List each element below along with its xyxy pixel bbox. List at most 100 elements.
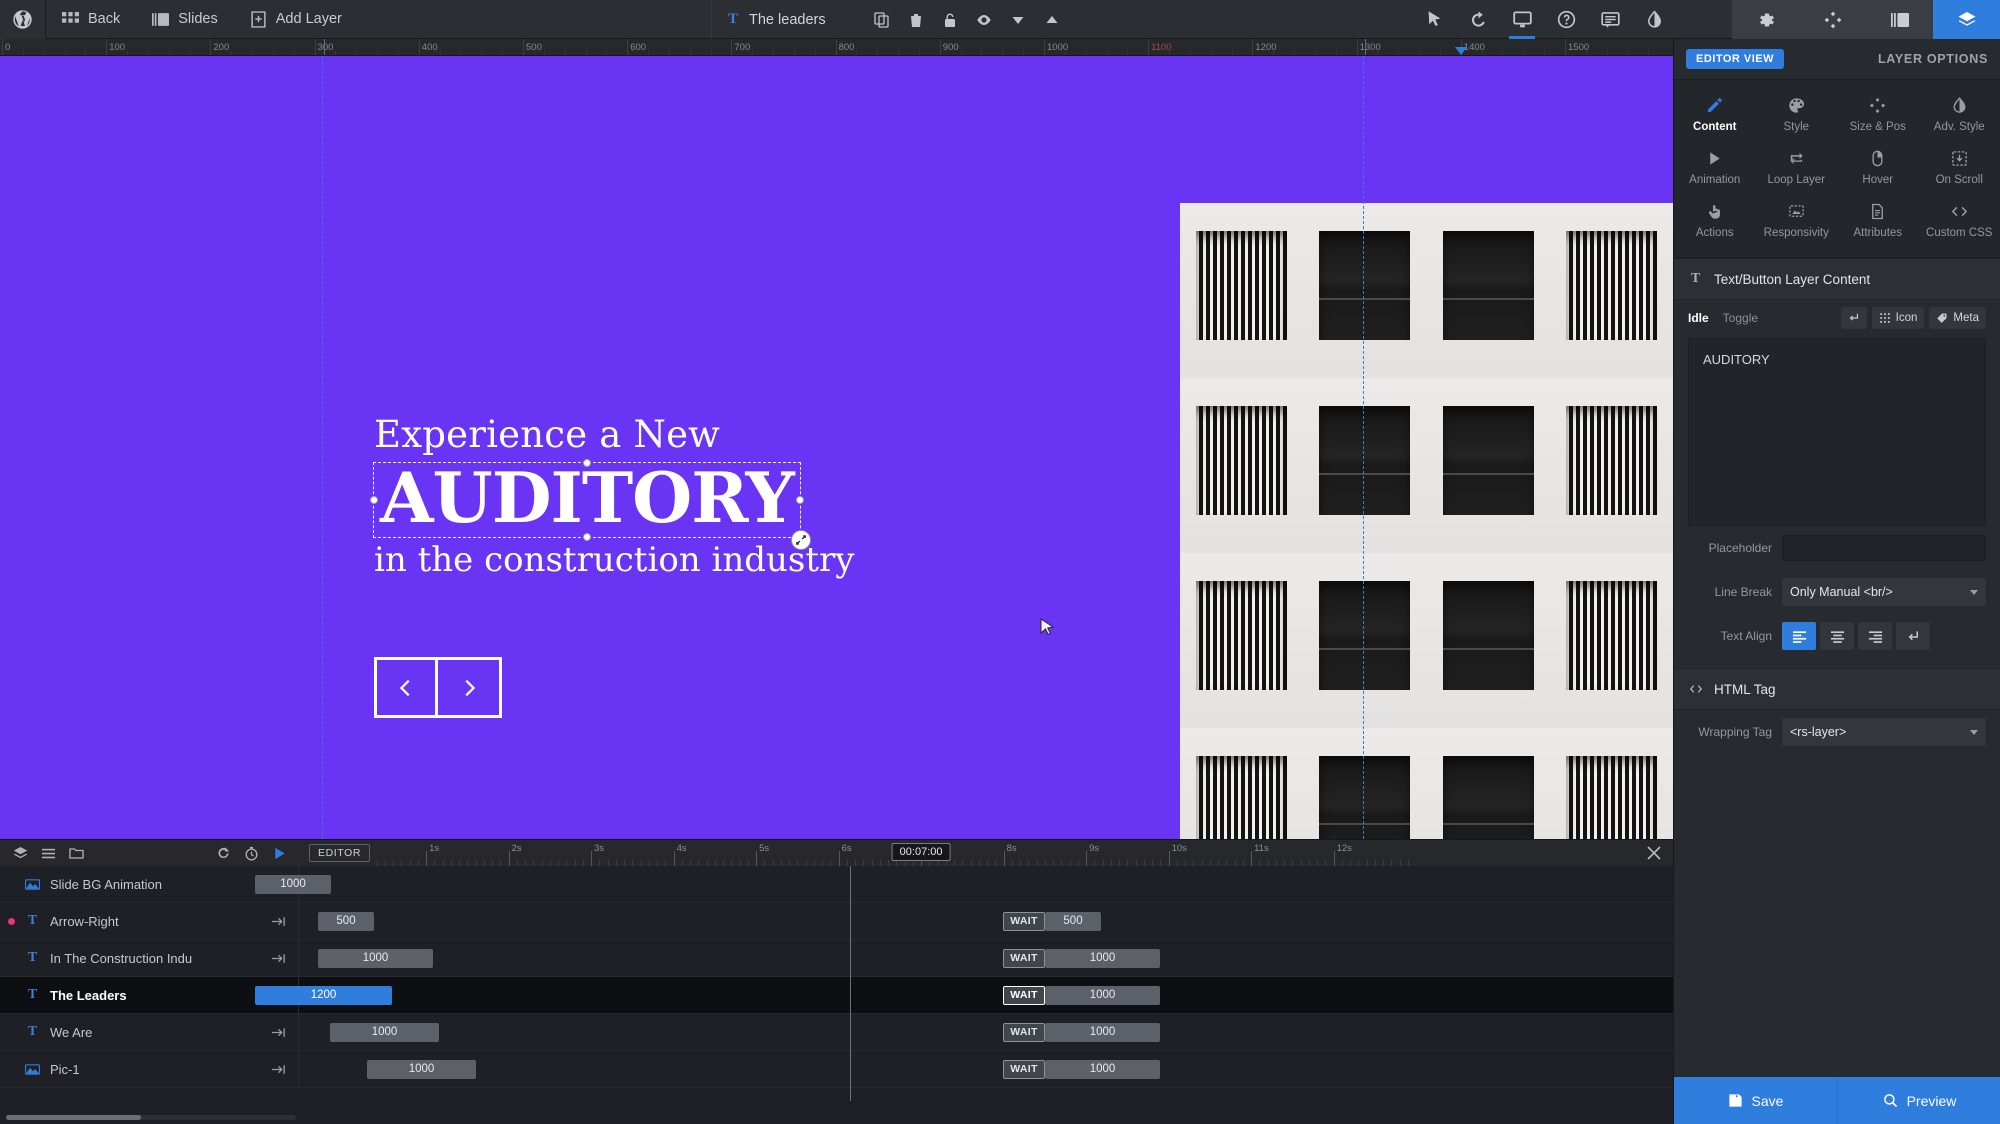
timeline-out-animation-bar[interactable]: 1000 bbox=[1045, 1059, 1160, 1079]
tab-animation[interactable]: Animation bbox=[1674, 141, 1756, 194]
back-button[interactable]: Back bbox=[46, 0, 136, 39]
timeline-wait-chip[interactable]: WAIT bbox=[1003, 911, 1045, 931]
timeline-track[interactable]: 500 WAIT 500 bbox=[299, 903, 1673, 940]
timeline-track[interactable]: 1000 WAIT 1000 bbox=[299, 1051, 1673, 1088]
unlock-icon[interactable] bbox=[935, 5, 965, 35]
timeline-row[interactable]: T The Leaders 1200 WAIT 1000 bbox=[0, 976, 1673, 1014]
slide-canvas[interactable]: Experience a New AUDITORY in the constru… bbox=[0, 56, 1673, 839]
layer-text-input[interactable]: AUDITORY bbox=[1688, 338, 1986, 526]
contrast-icon[interactable] bbox=[1635, 0, 1673, 39]
wrapping-tag-select[interactable]: <rs-layer> bbox=[1782, 718, 1986, 746]
timeline-scrollbar[interactable] bbox=[6, 1115, 296, 1120]
resize-handle-right[interactable] bbox=[795, 495, 804, 504]
resize-handle-top[interactable] bbox=[582, 459, 591, 467]
timeline-out-animation-bar[interactable]: 500 bbox=[1045, 911, 1101, 931]
timeline-row[interactable]: Pic-1 1000 WAIT 1000 bbox=[0, 1050, 1673, 1088]
meta-button[interactable]: Meta bbox=[1929, 307, 1986, 329]
record-dot-icon[interactable] bbox=[8, 1066, 15, 1073]
timeline-row[interactable]: T In The Construction Indu 1000 WAIT 1000 bbox=[0, 939, 1673, 977]
duplicate-icon[interactable] bbox=[867, 5, 897, 35]
state-idle-tab[interactable]: Idle bbox=[1688, 311, 1709, 325]
close-icon[interactable] bbox=[1645, 844, 1663, 862]
selected-text-layer[interactable]: AUDITORY bbox=[370, 459, 811, 550]
tab-style[interactable]: Style bbox=[1756, 88, 1838, 141]
headline-line-3[interactable]: in the construction industry bbox=[374, 542, 894, 579]
cursor-icon[interactable] bbox=[1415, 0, 1453, 39]
delete-icon[interactable] bbox=[901, 5, 931, 35]
timeline-editor-chip[interactable]: EDITOR bbox=[309, 844, 371, 862]
timeline-row-label[interactable]: T In The Construction Indu bbox=[0, 939, 299, 977]
timeline-in-animation-bar[interactable]: 500 bbox=[318, 911, 374, 931]
building-image-layer[interactable] bbox=[1180, 203, 1673, 839]
resize-handle-corner[interactable] bbox=[790, 529, 811, 550]
timeline-row-label[interactable]: T We Are bbox=[0, 1013, 299, 1051]
align-left-button[interactable] bbox=[1782, 622, 1816, 650]
visibility-icon[interactable] bbox=[969, 5, 999, 35]
timeline-row-label[interactable]: T Arrow-Right bbox=[0, 902, 299, 940]
align-auto-button[interactable] bbox=[1896, 622, 1930, 650]
timeline-track[interactable]: 1000 WAIT 1000 bbox=[299, 940, 1673, 977]
layers-icon[interactable] bbox=[1933, 0, 2000, 39]
timeline-track[interactable]: 1200 WAIT 1000 bbox=[255, 977, 1673, 1014]
timeline-row-label[interactable]: Pic-1 bbox=[0, 1050, 299, 1088]
timeline-wait-chip[interactable]: WAIT bbox=[1003, 948, 1045, 968]
timeline-row[interactable]: T We Are 1000 WAIT 1000 bbox=[0, 1013, 1673, 1051]
tab-actions[interactable]: Actions bbox=[1674, 194, 1756, 247]
tab-responsivity[interactable]: Responsivity bbox=[1756, 194, 1838, 247]
record-dot-icon[interactable] bbox=[8, 917, 15, 925]
placeholder-input[interactable] bbox=[1782, 535, 1986, 561]
end-time-icon[interactable] bbox=[271, 951, 286, 966]
end-time-icon[interactable] bbox=[271, 1062, 286, 1077]
undo-icon[interactable] bbox=[1459, 0, 1497, 39]
timeline-wait-chip[interactable]: WAIT bbox=[1003, 1059, 1045, 1079]
play-icon[interactable] bbox=[267, 841, 291, 865]
tab-adv-style[interactable]: Adv. Style bbox=[1919, 88, 2000, 141]
canvas-ruler[interactable]: 0 100 200 300 400 500 600 700 800 900 1000 1100 1200… bbox=[0, 39, 1673, 56]
tab-attributes[interactable]: Attributes bbox=[1837, 194, 1919, 247]
timeline-wait-chip[interactable]: WAIT bbox=[1003, 985, 1045, 1005]
help-icon[interactable] bbox=[1547, 0, 1585, 39]
record-dot-icon[interactable] bbox=[8, 881, 15, 888]
loop-icon[interactable] bbox=[211, 841, 235, 865]
record-dot-icon[interactable] bbox=[8, 992, 15, 999]
add-layer-button[interactable]: Add Layer bbox=[234, 0, 358, 39]
timeline-in-animation-bar[interactable]: 1000 bbox=[330, 1022, 439, 1042]
state-toggle-tab[interactable]: Toggle bbox=[1723, 311, 1758, 325]
layers-icon[interactable] bbox=[8, 841, 32, 865]
settings-gear-icon[interactable] bbox=[1732, 0, 1799, 39]
stopwatch-icon[interactable] bbox=[239, 841, 263, 865]
end-time-icon[interactable] bbox=[271, 914, 286, 929]
align-right-button[interactable] bbox=[1858, 622, 1892, 650]
align-center-button[interactable] bbox=[1820, 622, 1854, 650]
navigation-icon[interactable] bbox=[1799, 0, 1866, 39]
timeline-in-animation-bar[interactable]: 1000 bbox=[367, 1059, 476, 1079]
move-up-icon[interactable] bbox=[1037, 5, 1067, 35]
preview-button[interactable]: Preview bbox=[1837, 1077, 2000, 1124]
list-icon[interactable] bbox=[36, 841, 60, 865]
slides-library-icon[interactable] bbox=[1866, 0, 1933, 39]
nav-next-button[interactable] bbox=[438, 657, 502, 718]
timeline-row[interactable]: T Arrow-Right 500 WAIT 500 bbox=[0, 902, 1673, 940]
editor-view-button[interactable]: EDITOR VIEW bbox=[1686, 49, 1785, 69]
timeline-wait-chip[interactable]: WAIT bbox=[1003, 1022, 1045, 1042]
tab-custom-css[interactable]: Custom CSS bbox=[1919, 194, 2000, 247]
save-button[interactable]: Save bbox=[1674, 1077, 1837, 1124]
folder-icon[interactable] bbox=[64, 841, 88, 865]
guide-line-left[interactable] bbox=[322, 56, 323, 839]
preview-device-icon[interactable] bbox=[1503, 0, 1541, 39]
nav-prev-button[interactable] bbox=[374, 657, 438, 718]
record-dot-icon[interactable] bbox=[8, 1029, 15, 1036]
timeline-ruler[interactable]: 1s2s3s4s5s6s7s8s9s10s11s12s00:07:00 bbox=[370, 840, 1673, 866]
line-break-button[interactable] bbox=[1840, 307, 1867, 329]
record-dot-icon[interactable] bbox=[8, 955, 15, 962]
timeline-time-indicator[interactable]: 00:07:00 bbox=[891, 843, 951, 861]
tab-hover[interactable]: Hover bbox=[1837, 141, 1919, 194]
timeline-playhead[interactable] bbox=[850, 866, 851, 1101]
tab-on-scroll[interactable]: On Scroll bbox=[1919, 141, 2000, 194]
timeline-track[interactable]: 1000 WAIT 1000 bbox=[299, 1014, 1673, 1051]
timeline-out-animation-bar[interactable]: 1000 bbox=[1045, 1022, 1160, 1042]
icon-button[interactable]: Icon bbox=[1871, 307, 1925, 329]
timeline-row[interactable]: Slide BG Animation 1000 bbox=[0, 866, 1673, 903]
wordpress-icon[interactable] bbox=[0, 0, 46, 39]
timeline-out-animation-bar[interactable]: 1000 bbox=[1045, 948, 1160, 968]
